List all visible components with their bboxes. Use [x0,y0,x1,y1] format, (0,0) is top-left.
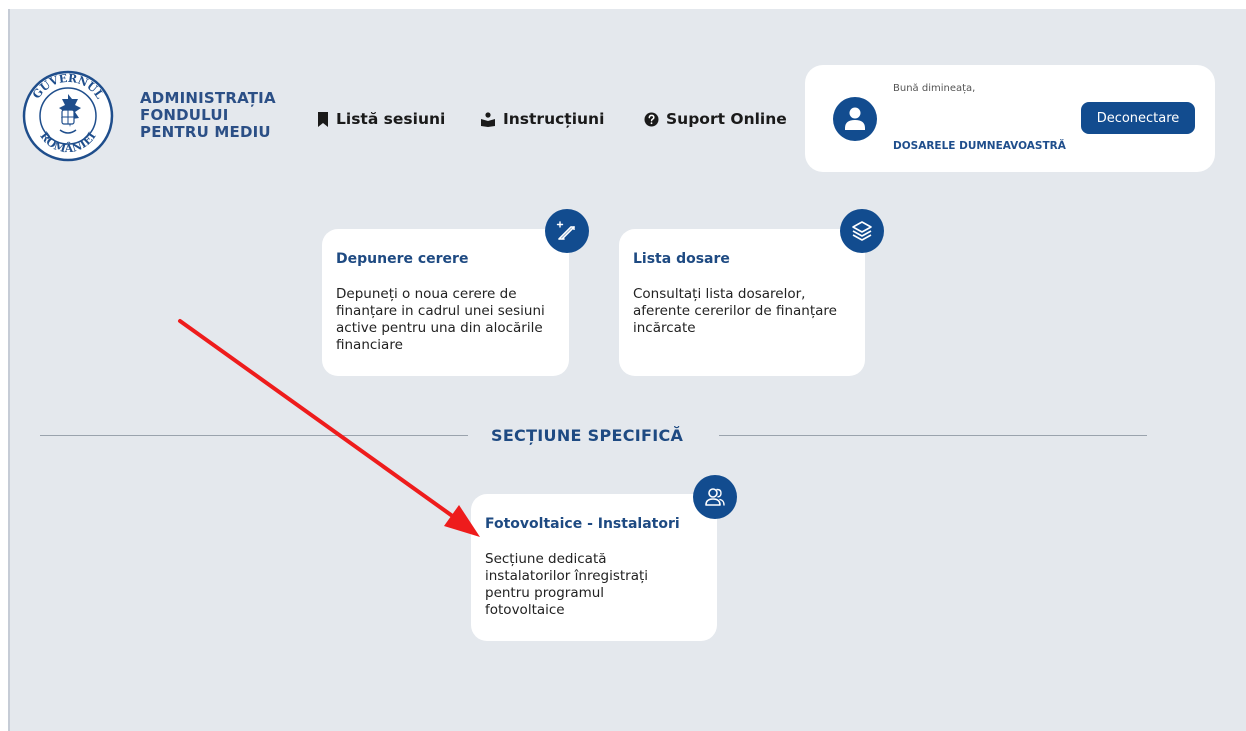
edit-icon [545,209,589,253]
section-title: SECȚIUNE SPECIFICĂ [491,426,684,445]
brand-line-2: FONDULUI [140,106,229,124]
reading-person-icon [480,111,496,127]
question-circle-icon [644,112,659,127]
card-pv-title: Fotovoltaice - Instalatori [485,516,680,532]
layers-icon [840,209,884,253]
nav-instructions[interactable]: Instrucțiuni [480,108,604,130]
nav-support[interactable]: Suport Online [644,108,787,130]
card-submit-title: Depunere cerere [336,251,469,267]
user-panel: Bună dimineața, DOSARELE DUMNEAVOASTRĂ D… [805,65,1215,172]
card-submit-description: Depuneți o noua cerere de finanțare in c… [336,286,545,353]
bookmark-icon [317,111,329,127]
nav-sessions[interactable]: Listă sesiuni [317,108,445,130]
greeting-text: Bună dimineața, [893,83,976,94]
brand-name[interactable]: ADMINISTRAȚIA FONDULUI PENTRU MEDIU [140,90,276,141]
brand-line-1: ADMINISTRAȚIA [140,89,276,107]
card-list-title: Lista dosare [633,251,730,267]
card-submit-application[interactable]: Depunere cerere Depuneți o noua cerere d… [322,229,569,376]
user-avatar-icon[interactable] [833,97,877,141]
nav-sessions-label: Listă sesiuni [336,110,446,128]
section-divider-right [719,435,1147,436]
my-dossiers-link[interactable]: DOSARELE DUMNEAVOASTRĂ [893,140,1066,152]
card-photovoltaic-installers[interactable]: Fotovoltaice - Instalatori Secțiune dedi… [471,494,717,641]
card-dossier-list[interactable]: Lista dosare Consultați lista dosarelor,… [619,229,865,376]
logout-button[interactable]: Deconectare [1081,102,1195,134]
left-border [0,9,10,731]
users-icon [693,475,737,519]
nav-instructions-label: Instrucțiuni [503,110,605,128]
brand-line-3: PENTRU MEDIU [140,123,271,141]
section-divider-left [40,435,468,436]
card-pv-description: Secțiune dedicată instalatorilor înregis… [485,551,649,618]
government-logo[interactable]: GUVERNUL ROMÂNIEI [22,70,114,162]
card-list-description: Consultați lista dosarelor, aferente cer… [633,286,837,336]
nav-support-label: Suport Online [666,110,787,128]
